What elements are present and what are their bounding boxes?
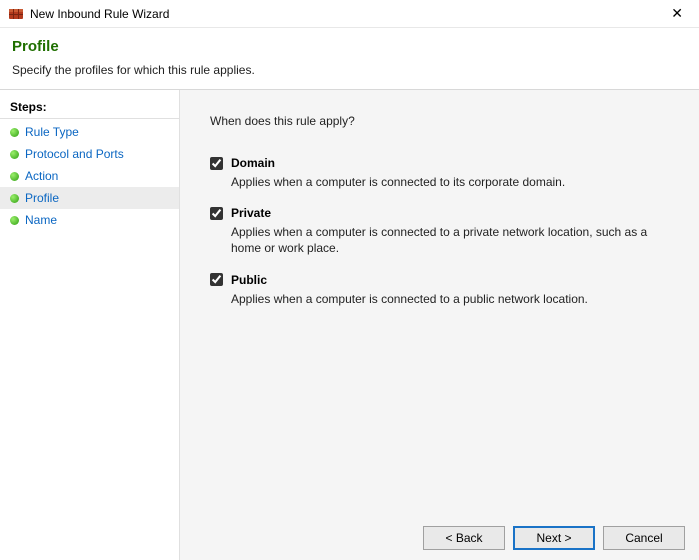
question-text: When does this rule apply? [210, 114, 669, 128]
private-label: Private [231, 206, 271, 220]
option-domain: Domain Applies when a computer is connec… [210, 156, 669, 190]
step-label: Rule Type [25, 125, 79, 139]
window-title: New Inbound Rule Wizard [30, 7, 663, 21]
private-checkbox[interactable] [210, 207, 223, 220]
step-label: Profile [25, 191, 59, 205]
step-bullet-icon [10, 128, 19, 137]
step-profile[interactable]: Profile [0, 187, 179, 209]
close-icon[interactable]: ✕ [663, 5, 691, 22]
domain-desc: Applies when a computer is connected to … [231, 174, 669, 190]
option-public: Public Applies when a computer is connec… [210, 273, 669, 307]
step-bullet-icon [10, 150, 19, 159]
step-label: Name [25, 213, 57, 227]
button-row: < Back Next > Cancel [423, 526, 685, 550]
step-label: Protocol and Ports [25, 147, 124, 161]
public-label: Public [231, 273, 267, 287]
step-label: Action [25, 169, 58, 183]
step-action[interactable]: Action [0, 165, 179, 187]
domain-checkbox[interactable] [210, 157, 223, 170]
public-desc: Applies when a computer is connected to … [231, 291, 669, 307]
wizard-header: Profile Specify the profiles for which t… [0, 28, 699, 89]
cancel-button[interactable]: Cancel [603, 526, 685, 550]
step-protocol-and-ports[interactable]: Protocol and Ports [0, 143, 179, 165]
step-rule-type[interactable]: Rule Type [0, 121, 179, 143]
steps-heading: Steps: [0, 96, 179, 119]
private-desc: Applies when a computer is connected to … [231, 224, 669, 256]
next-button[interactable]: Next > [513, 526, 595, 550]
public-checkbox[interactable] [210, 273, 223, 286]
steps-sidebar: Steps: Rule Type Protocol and Ports Acti… [0, 90, 180, 560]
main-panel: When does this rule apply? Domain Applie… [180, 90, 699, 560]
step-name[interactable]: Name [0, 209, 179, 231]
domain-label: Domain [231, 156, 275, 170]
step-bullet-icon [10, 172, 19, 181]
page-title: Profile [12, 38, 687, 55]
page-subtitle: Specify the profiles for which this rule… [12, 63, 687, 77]
back-button[interactable]: < Back [423, 526, 505, 550]
step-bullet-icon [10, 194, 19, 203]
firewall-icon [8, 6, 24, 22]
titlebar: New Inbound Rule Wizard ✕ [0, 0, 699, 28]
option-private: Private Applies when a computer is conne… [210, 206, 669, 256]
step-bullet-icon [10, 216, 19, 225]
